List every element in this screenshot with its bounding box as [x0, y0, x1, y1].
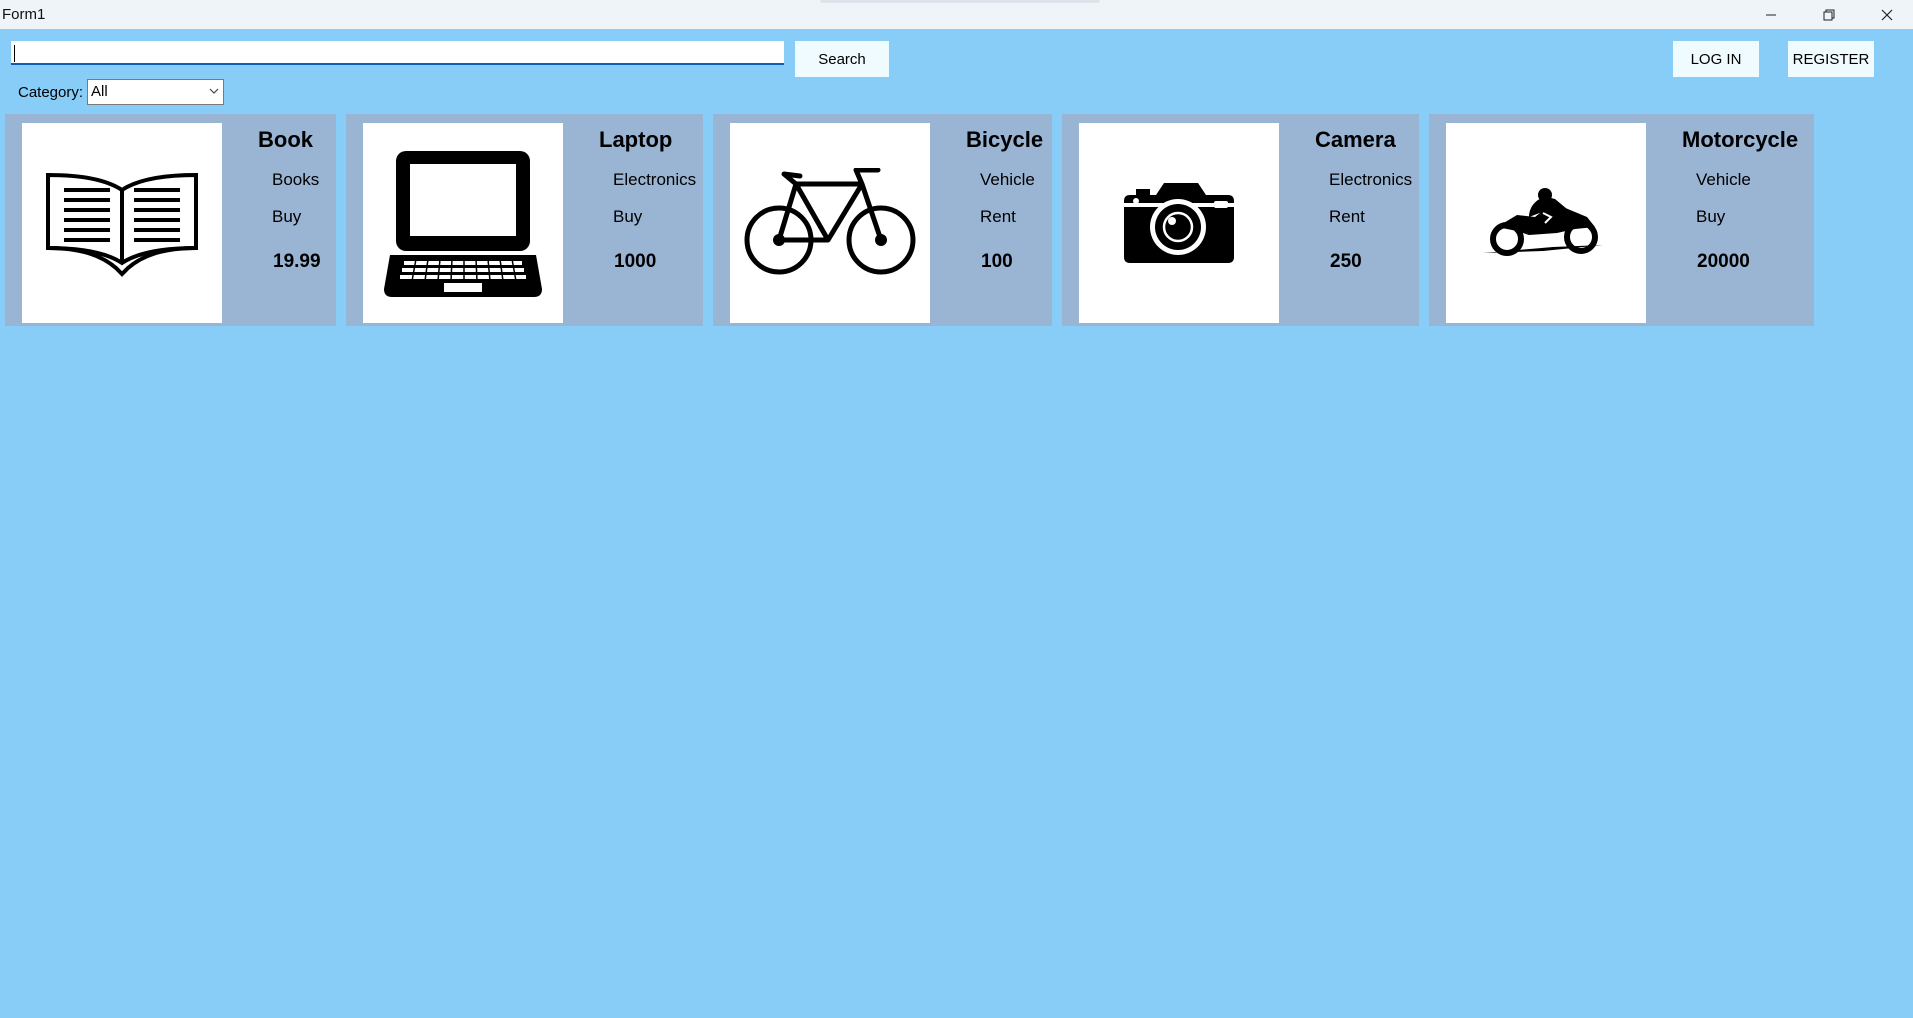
restore-icon [1823, 9, 1835, 20]
product-category: Electronics [613, 170, 697, 189]
product-image [363, 123, 563, 323]
product-category: Vehicle [980, 170, 1035, 189]
product-name: Bicycle [966, 127, 1044, 152]
close-icon [1881, 9, 1893, 20]
motorcycle-icon [1483, 188, 1603, 256]
product-image [22, 123, 222, 323]
product-card-motorcycle[interactable]: Motorcycle Vehicle Buy 20000 [1429, 114, 1814, 326]
camera-icon [1124, 183, 1234, 263]
chevron-down-icon [209, 88, 219, 94]
product-mode: Buy [613, 207, 643, 226]
product-card-bicycle[interactable]: Bicycle Vehicle Rent 100 [713, 114, 1052, 326]
laptop-icon [384, 151, 542, 297]
minimize-icon [1766, 14, 1776, 15]
product-mode: Rent [980, 207, 1016, 226]
product-name: Camera [1315, 127, 1396, 152]
category-select[interactable]: All [87, 79, 224, 105]
restore-button[interactable] [1800, 0, 1858, 29]
product-category: Books [272, 170, 320, 189]
close-button[interactable] [1858, 0, 1913, 29]
product-name: Book [258, 127, 313, 152]
product-price: 19.99 [273, 251, 321, 272]
register-button[interactable]: REGISTER [1788, 41, 1874, 77]
product-price: 20000 [1697, 251, 1750, 272]
title-bar: Form1 [0, 0, 1913, 29]
text-caret [14, 45, 15, 62]
product-card-laptop[interactable]: Laptop Electronics Buy 1000 [346, 114, 703, 326]
product-category: Electronics [1329, 170, 1413, 189]
product-image [1079, 123, 1279, 323]
window-title: Form1 [2, 6, 46, 23]
minimize-button[interactable] [1742, 0, 1800, 29]
product-card-book[interactable]: Book Books Buy 19.99 [5, 114, 336, 326]
product-image [1446, 123, 1646, 323]
product-price: 250 [1330, 251, 1362, 272]
product-price: 1000 [614, 251, 657, 272]
bicycle-icon [744, 168, 916, 275]
product-mode: Buy [272, 207, 302, 226]
title-bar-handle [820, 0, 1100, 3]
product-category: Vehicle [1696, 170, 1751, 189]
product-mode: Rent [1329, 207, 1365, 226]
search-button[interactable]: Search [795, 41, 889, 77]
product-image [730, 123, 930, 323]
category-value: All [91, 83, 108, 100]
open-book-icon [46, 172, 198, 277]
product-card-camera[interactable]: Camera Electronics Rent 250 [1062, 114, 1419, 326]
product-name: Motorcycle [1682, 127, 1799, 152]
search-input[interactable] [11, 41, 784, 65]
product-mode: Buy [1696, 207, 1726, 226]
product-name: Laptop [599, 127, 673, 152]
login-button[interactable]: LOG IN [1673, 41, 1759, 77]
product-price: 100 [981, 251, 1013, 272]
category-label: Category: [18, 84, 84, 101]
